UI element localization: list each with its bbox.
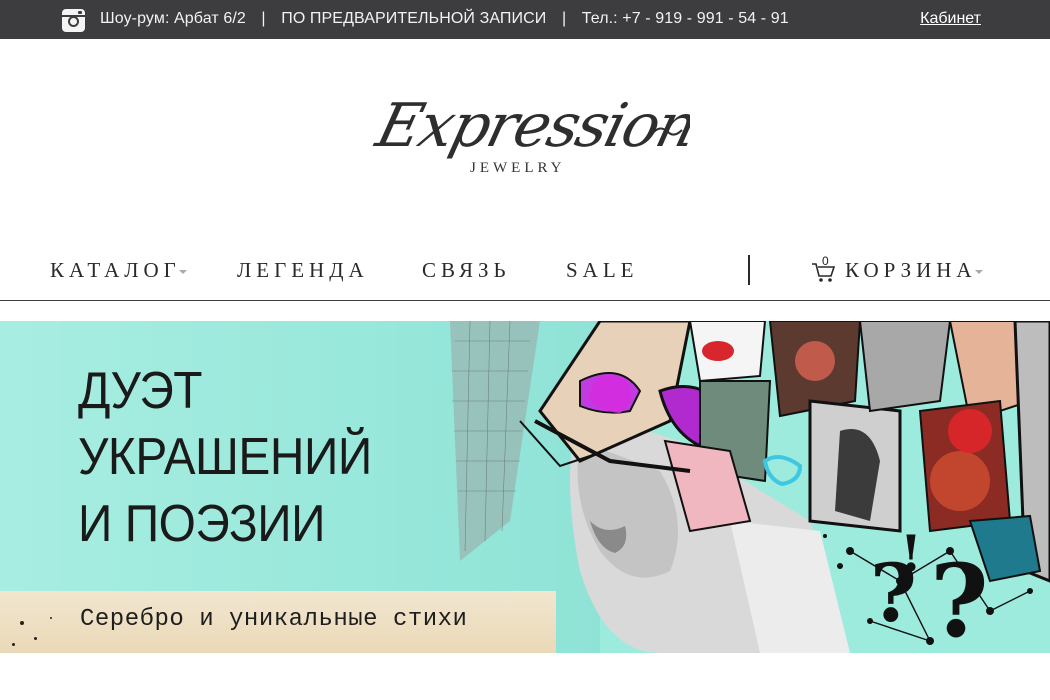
ink-speck (12, 643, 15, 646)
chevron-down-icon (178, 270, 187, 275)
nav-item-cart[interactable]: КОРЗИНА (845, 258, 983, 283)
cabinet-link[interactable]: Кабинет (920, 10, 981, 28)
ink-speck (50, 617, 52, 619)
collage-illustration: ? ? ! (450, 321, 1050, 653)
banner-headline-line-2: УКРАШЕНИЙ (78, 428, 372, 486)
brand-logo[interactable]: Expression JEWELRY (360, 72, 690, 192)
ink-speck (20, 621, 24, 625)
cart-count: 0 (822, 254, 829, 268)
nav-item-label: SALE (566, 258, 639, 282)
nav-item-catalog[interactable]: КАТАЛОГ (50, 258, 187, 283)
nav-item-legend[interactable]: ЛЕГЕНДА (237, 258, 369, 283)
nav-divider (748, 255, 750, 285)
svg-text:?: ? (930, 542, 989, 653)
showroom-address: Шоу-рум: Арбат 6/2 (100, 10, 246, 27)
hero-banner[interactable]: ДУЭТ УКРАШЕНИЙ И ПОЭЗИИ Серебро и уникал… (0, 321, 1050, 653)
main-nav: КАТАЛОГ ЛЕГЕНДА СВЯЗЬ SALE 0 КОРЗИНА (0, 246, 1050, 301)
nav-item-label: КАТАЛОГ (50, 258, 181, 282)
banner-headline-line-3: И ПОЭЗИИ (78, 495, 326, 553)
top-bar: Шоу-рум: Арбат 6/2 | ПО ПРЕДВАРИТЕЛЬНОЙ … (0, 0, 1050, 39)
chevron-down-icon (974, 270, 983, 275)
logo-wordmark-text: Expression (369, 91, 690, 161)
separator: | (561, 10, 567, 27)
nav-item-label: КОРЗИНА (845, 258, 977, 282)
nav-item-label: СВЯЗЬ (422, 258, 511, 282)
contact-info: Шоу-рум: Арбат 6/2 | ПО ПРЕДВАРИТЕЛЬНОЙ … (100, 10, 789, 28)
nav-item-contact[interactable]: СВЯЗЬ (422, 258, 511, 283)
nav-item-label: ЛЕГЕНДА (237, 258, 369, 282)
banner-tagline: Серебро и уникальные стихи (80, 606, 468, 633)
ink-speck (34, 637, 37, 640)
phone-number[interactable]: Тел.: +7 - 919 - 991 - 54 - 91 (582, 10, 789, 27)
logo-subtitle: JEWELRY (470, 160, 566, 176)
banner-headline-line-1: ДУЭТ (78, 362, 203, 420)
appointment-note: ПО ПРЕДВАРИТЕЛЬНОЙ ЗАПИСИ (281, 10, 547, 27)
separator: | (261, 10, 266, 27)
nav-item-sale[interactable]: SALE (566, 258, 639, 283)
instagram-icon[interactable] (62, 9, 85, 32)
